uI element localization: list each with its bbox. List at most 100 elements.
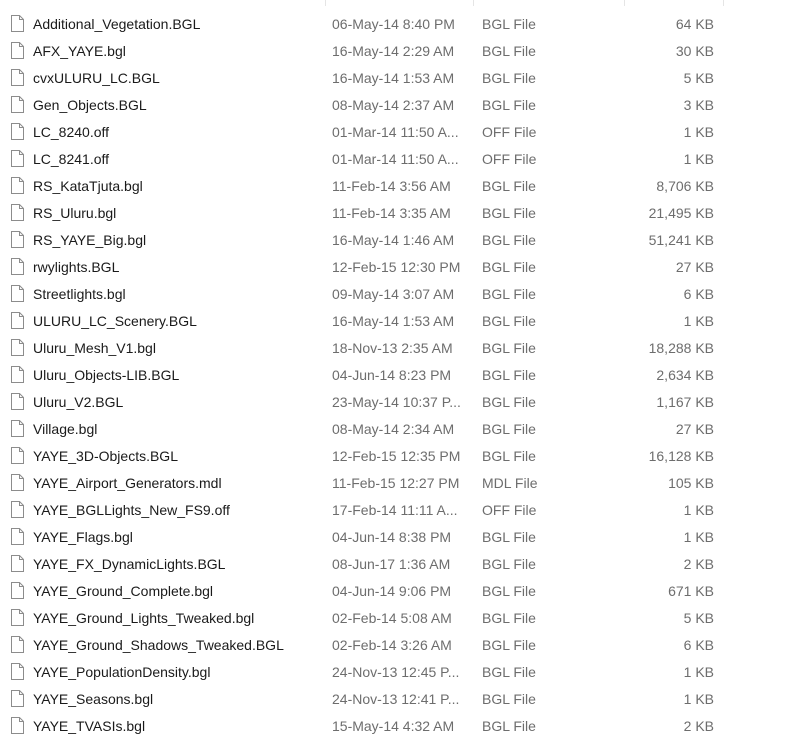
file-row[interactable]: Additional_Vegetation.BGL 06-May-14 8:40… [0, 11, 786, 38]
file-name: Uluru_V2.BGL [33, 394, 124, 410]
file-row[interactable]: Village.bgl 08-May-14 2:34 AM BGL File 2… [0, 416, 786, 443]
file-row[interactable]: LC_8240.off 01-Mar-14 11:50 A... OFF Fil… [0, 119, 786, 146]
file-row[interactable]: YAYE_Flags.bgl 04-Jun-14 8:38 PM BGL Fil… [0, 524, 786, 551]
file-type: BGL File [482, 340, 536, 356]
file-date-modified: 02-Feb-14 5:08 AM [332, 610, 452, 626]
file-type: BGL File [482, 529, 536, 545]
file-date-modified: 06-May-14 8:40 PM [332, 16, 455, 32]
file-row[interactable]: RS_Uluru.bgl 11-Feb-14 3:35 AM BGL File … [0, 200, 786, 227]
document-icon [11, 393, 24, 410]
file-name: LC_8241.off [33, 151, 110, 167]
file-row[interactable]: Streetlights.bgl 09-May-14 3:07 AM BGL F… [0, 281, 786, 308]
file-size: 1 KB [683, 313, 714, 329]
document-icon [11, 717, 24, 734]
file-row[interactable]: Uluru_V2.BGL 23-May-14 10:37 P... BGL Fi… [0, 389, 786, 416]
file-name: Uluru_Mesh_V1.bgl [33, 340, 156, 356]
file-row[interactable]: YAYE_BGLLights_New_FS9.off 17-Feb-14 11:… [0, 497, 786, 524]
file-date-modified: 16-May-14 1:53 AM [332, 70, 455, 86]
file-row[interactable]: YAYE_Airport_Generators.mdl 11-Feb-15 12… [0, 470, 786, 497]
file-date-modified: 12-Feb-15 12:35 PM [332, 448, 461, 464]
column-divider-type[interactable] [624, 0, 625, 6]
file-name: YAYE_PopulationDensity.bgl [33, 664, 211, 680]
file-type: BGL File [482, 637, 536, 653]
document-icon [11, 231, 24, 248]
file-size: 1 KB [683, 691, 714, 707]
file-type: BGL File [482, 664, 536, 680]
file-name: YAYE_Seasons.bgl [33, 691, 154, 707]
file-type: BGL File [482, 583, 536, 599]
file-row[interactable]: RS_KataTjuta.bgl 11-Feb-14 3:56 AM BGL F… [0, 173, 786, 200]
file-date-modified: 04-Jun-14 8:38 PM [332, 529, 452, 545]
file-date-modified: 09-May-14 3:07 AM [332, 286, 455, 302]
file-row[interactable]: YAYE_PopulationDensity.bgl 24-Nov-13 12:… [0, 659, 786, 686]
file-name: YAYE_BGLLights_New_FS9.off [33, 502, 230, 518]
file-size: 1,167 KB [656, 394, 714, 410]
file-type: BGL File [482, 286, 536, 302]
document-icon [11, 447, 24, 464]
file-size: 5 KB [683, 610, 714, 626]
file-date-modified: 16-May-14 1:53 AM [332, 313, 455, 329]
file-row[interactable]: AFX_YAYE.bgl 16-May-14 2:29 AM BGL File … [0, 38, 786, 65]
file-date-modified: 24-Nov-13 12:41 P... [332, 691, 460, 707]
file-row[interactable]: YAYE_Ground_Complete.bgl 04-Jun-14 9:06 … [0, 578, 786, 605]
document-icon [11, 123, 24, 140]
file-name: LC_8240.off [33, 124, 110, 140]
document-icon [11, 177, 24, 194]
document-icon [11, 258, 24, 275]
file-name: Streetlights.bgl [33, 286, 126, 302]
file-date-modified: 01-Mar-14 11:50 A... [332, 151, 459, 167]
file-type: BGL File [482, 97, 536, 113]
file-row[interactable]: cvxULURU_LC.BGL 16-May-14 1:53 AM BGL Fi… [0, 65, 786, 92]
file-size: 6 KB [683, 637, 714, 653]
file-size: 21,495 KB [648, 205, 714, 221]
file-type: BGL File [482, 70, 536, 86]
file-size: 671 KB [668, 583, 714, 599]
file-size: 1 KB [683, 124, 714, 140]
file-size: 18,288 KB [648, 340, 714, 356]
file-name: rwylights.BGL [33, 259, 120, 275]
file-type: BGL File [482, 259, 536, 275]
file-size: 2 KB [683, 556, 714, 572]
file-row[interactable]: YAYE_Ground_Shadows_Tweaked.BGL 02-Feb-1… [0, 632, 786, 659]
file-type: BGL File [482, 232, 536, 248]
file-date-modified: 02-Feb-14 3:26 AM [332, 637, 452, 653]
file-row[interactable]: rwylights.BGL 12-Feb-15 12:30 PM BGL Fil… [0, 254, 786, 281]
column-divider-size[interactable] [723, 0, 724, 6]
file-type: OFF File [482, 151, 537, 167]
file-date-modified: 11-Feb-15 12:27 PM [332, 475, 460, 491]
file-type: BGL File [482, 16, 536, 32]
file-row[interactable]: YAYE_TVASIs.bgl 15-May-14 4:32 AM BGL Fi… [0, 713, 786, 740]
file-row[interactable]: YAYE_Seasons.bgl 24-Nov-13 12:41 P... BG… [0, 686, 786, 713]
document-icon [11, 636, 24, 653]
file-name: YAYE_Airport_Generators.mdl [33, 475, 222, 491]
column-divider-date[interactable] [473, 0, 474, 6]
file-type: BGL File [482, 610, 536, 626]
file-date-modified: 08-May-14 2:34 AM [332, 421, 455, 437]
file-date-modified: 15-May-14 4:32 AM [332, 718, 455, 734]
document-icon [11, 285, 24, 302]
file-date-modified: 08-Jun-17 1:36 AM [332, 556, 451, 572]
file-size: 30 KB [675, 43, 714, 59]
file-date-modified: 11-Feb-14 3:35 AM [332, 205, 451, 221]
file-row[interactable]: YAYE_FX_DynamicLights.BGL 08-Jun-17 1:36… [0, 551, 786, 578]
file-row[interactable]: YAYE_3D-Objects.BGL 12-Feb-15 12:35 PM B… [0, 443, 786, 470]
file-row[interactable]: Uluru_Objects-LIB.BGL 04-Jun-14 8:23 PM … [0, 362, 786, 389]
file-row[interactable]: ULURU_LC_Scenery.BGL 16-May-14 1:53 AM B… [0, 308, 786, 335]
file-type: BGL File [482, 421, 536, 437]
file-name: YAYE_FX_DynamicLights.BGL [33, 556, 226, 572]
document-icon [11, 420, 24, 437]
file-row[interactable]: Gen_Objects.BGL 08-May-14 2:37 AM BGL Fi… [0, 92, 786, 119]
file-row[interactable]: Uluru_Mesh_V1.bgl 18-Nov-13 2:35 AM BGL … [0, 335, 786, 362]
file-date-modified: 18-Nov-13 2:35 AM [332, 340, 453, 356]
column-divider-name[interactable] [325, 0, 326, 6]
file-name: Gen_Objects.BGL [33, 97, 147, 113]
file-row[interactable]: LC_8241.off 01-Mar-14 11:50 A... OFF Fil… [0, 146, 786, 173]
file-size: 105 KB [668, 475, 714, 491]
file-name: YAYE_TVASIs.bgl [33, 718, 146, 734]
file-row[interactable]: RS_YAYE_Big.bgl 16-May-14 1:46 AM BGL Fi… [0, 227, 786, 254]
file-size: 27 KB [675, 259, 714, 275]
file-type: BGL File [482, 178, 536, 194]
file-name: RS_Uluru.bgl [33, 205, 117, 221]
file-name: RS_YAYE_Big.bgl [33, 232, 147, 248]
file-row[interactable]: YAYE_Ground_Lights_Tweaked.bgl 02-Feb-14… [0, 605, 786, 632]
